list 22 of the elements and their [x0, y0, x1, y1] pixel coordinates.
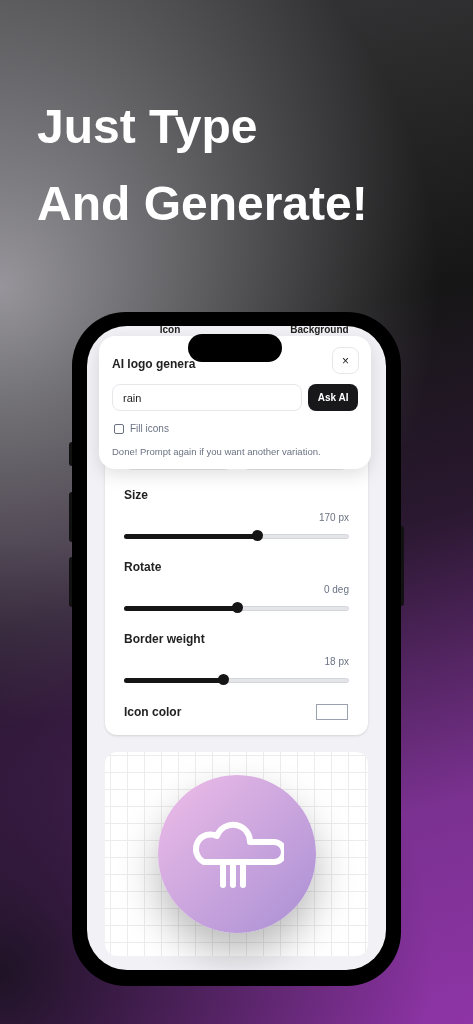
slider-value: 170 px — [318, 511, 349, 525]
tab[interactable]: Background — [290, 326, 349, 336]
headline: And Generate! — [37, 176, 368, 232]
icon-color-label: Icon color — [124, 704, 182, 721]
slider-value: 0 deg — [323, 583, 349, 597]
slider-thumb[interactable] — [251, 530, 263, 541]
slider-thumb[interactable] — [218, 674, 230, 685]
ask-ai-button[interactable]: Ask AI — [308, 384, 358, 411]
headline: Just Type — [37, 99, 258, 155]
slider-label: Border weight — [124, 631, 205, 648]
close-button[interactable]: × — [332, 347, 359, 374]
checkbox[interactable] — [114, 423, 124, 434]
slider-thumb[interactable] — [231, 602, 243, 613]
tab[interactable]: Icon — [159, 326, 181, 336]
dialog-title: AI logo genera — [112, 356, 196, 373]
slider-label: Size — [124, 487, 148, 504]
color-swatch[interactable] — [316, 704, 348, 720]
status-message: Done! Prompt again if you want another variation. — [112, 445, 322, 459]
prompt-field[interactable]: rain — [112, 384, 303, 411]
slider-label: Rotate — [124, 559, 162, 576]
fill-icons-label: Fill icons — [130, 422, 169, 436]
slider-value: 18 px — [324, 655, 349, 669]
